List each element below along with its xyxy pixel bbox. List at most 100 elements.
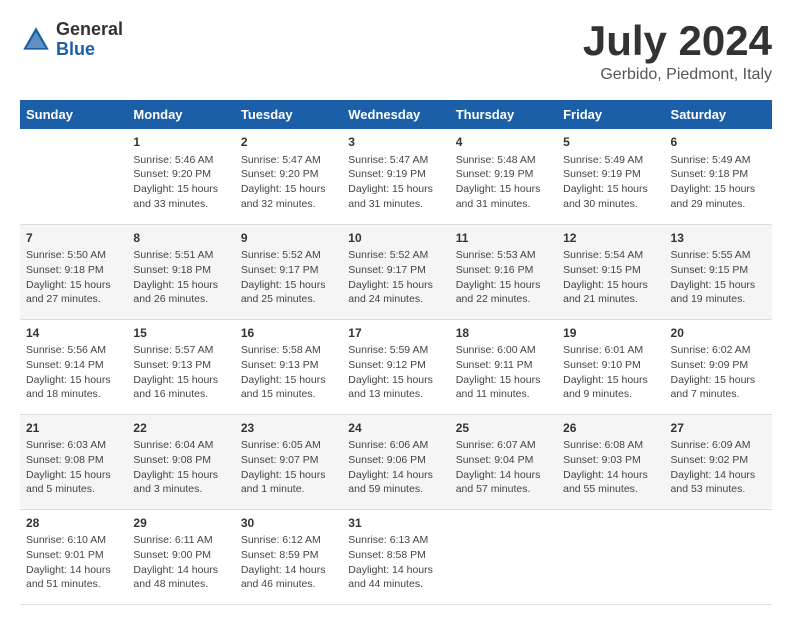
day-info: Sunset: 9:01 PM: [26, 548, 121, 563]
day-cell: 15Sunrise: 5:57 AMSunset: 9:13 PMDayligh…: [127, 319, 234, 414]
day-info: Sunrise: 6:06 AM: [348, 438, 443, 453]
day-info: Sunrise: 5:58 AM: [241, 343, 336, 358]
day-info: Sunset: 9:06 PM: [348, 453, 443, 468]
day-cell: 1Sunrise: 5:46 AMSunset: 9:20 PMDaylight…: [127, 129, 234, 224]
day-info: Sunrise: 6:00 AM: [456, 343, 551, 358]
day-cell: 21Sunrise: 6:03 AMSunset: 9:08 PMDayligh…: [20, 414, 127, 509]
day-number: 10: [348, 230, 443, 247]
day-info: Sunrise: 5:51 AM: [133, 248, 228, 263]
day-info: Sunrise: 5:49 AM: [563, 153, 658, 168]
day-cell: 12Sunrise: 5:54 AMSunset: 9:15 PMDayligh…: [557, 224, 664, 319]
day-info: Sunrise: 5:52 AM: [348, 248, 443, 263]
header-cell-saturday: Saturday: [665, 100, 772, 129]
day-cell: 17Sunrise: 5:59 AMSunset: 9:12 PMDayligh…: [342, 319, 449, 414]
day-info: Sunrise: 6:07 AM: [456, 438, 551, 453]
day-info: Sunrise: 5:53 AM: [456, 248, 551, 263]
day-info: Sunset: 9:20 PM: [241, 167, 336, 182]
day-info: and 46 minutes.: [241, 577, 336, 592]
day-cell: 3Sunrise: 5:47 AMSunset: 9:19 PMDaylight…: [342, 129, 449, 224]
logo: General Blue: [20, 20, 123, 60]
page-header: General Blue July 2024 Gerbido, Piedmont…: [20, 20, 772, 84]
day-info: Sunset: 9:08 PM: [26, 453, 121, 468]
day-info: Sunset: 9:18 PM: [671, 167, 766, 182]
day-number: 30: [241, 515, 336, 532]
day-info: and 16 minutes.: [133, 387, 228, 402]
day-info: Daylight: 15 hours: [671, 182, 766, 197]
day-info: Sunset: 9:15 PM: [563, 263, 658, 278]
day-number: 19: [563, 325, 658, 342]
day-number: 24: [348, 420, 443, 437]
day-info: Sunset: 9:18 PM: [133, 263, 228, 278]
day-info: Daylight: 15 hours: [563, 182, 658, 197]
day-info: Daylight: 15 hours: [241, 468, 336, 483]
day-info: and 57 minutes.: [456, 482, 551, 497]
day-cell: 18Sunrise: 6:00 AMSunset: 9:11 PMDayligh…: [450, 319, 557, 414]
day-number: 6: [671, 134, 766, 151]
day-info: Sunrise: 6:02 AM: [671, 343, 766, 358]
day-info: Sunset: 9:09 PM: [671, 358, 766, 373]
day-info: Daylight: 15 hours: [241, 278, 336, 293]
day-info: Sunset: 9:19 PM: [563, 167, 658, 182]
logo-blue: Blue: [56, 40, 123, 60]
calendar-body: 1 Sunrise: 5:46 AM Sunset: 9:20 PM Daylight…: [20, 129, 772, 604]
day-number: 8: [133, 230, 228, 247]
day-info: Daylight: 14 hours: [563, 468, 658, 483]
day-info: and 7 minutes.: [671, 387, 766, 402]
day-info: and 1 minute.: [241, 482, 336, 497]
day-cell: [20, 129, 127, 224]
day-number: 5: [563, 134, 658, 151]
title-block: July 2024 Gerbido, Piedmont, Italy: [583, 20, 772, 84]
day-info: Sunset: 9:04 PM: [456, 453, 551, 468]
day-cell: 9Sunrise: 5:52 AMSunset: 9:17 PMDaylight…: [235, 224, 342, 319]
week-row-4: 21Sunrise: 6:03 AMSunset: 9:08 PMDayligh…: [20, 414, 772, 509]
header-cell-monday: Monday: [127, 100, 234, 129]
day-cell: 31Sunrise: 6:13 AMSunset: 8:58 PMDayligh…: [342, 509, 449, 604]
day-info: Daylight: 14 hours: [671, 468, 766, 483]
day-number: 13: [671, 230, 766, 247]
day-number: 1: [133, 134, 228, 151]
day-info: Daylight: 15 hours: [456, 278, 551, 293]
day-info: and 59 minutes.: [348, 482, 443, 497]
day-info: Sunset: 9:11 PM: [456, 358, 551, 373]
day-info: and 51 minutes.: [26, 577, 121, 592]
day-info: Sunset: 9:10 PM: [563, 358, 658, 373]
day-info: and 48 minutes.: [133, 577, 228, 592]
day-info: Sunrise: 6:04 AM: [133, 438, 228, 453]
day-info: Daylight: 15 hours: [348, 182, 443, 197]
logo-icon: [20, 24, 52, 56]
day-number: 7: [26, 230, 121, 247]
day-number: 23: [241, 420, 336, 437]
day-info: Sunrise: 5:49 AM: [671, 153, 766, 168]
day-number: 15: [133, 325, 228, 342]
day-info: Sunrise: 6:10 AM: [26, 533, 121, 548]
day-info: Daylight: 14 hours: [133, 563, 228, 578]
day-info: Sunrise: 5:54 AM: [563, 248, 658, 263]
day-info: Daylight: 15 hours: [133, 373, 228, 388]
day-cell: 6 Sunrise: 5:49 AMSunset: 9:18 PMDaylight…: [665, 129, 772, 224]
day-info: Sunrise: 6:12 AM: [241, 533, 336, 548]
day-info: Daylight: 15 hours: [456, 182, 551, 197]
day-info: Daylight: 15 hours: [133, 182, 228, 197]
day-info: Daylight: 14 hours: [348, 468, 443, 483]
day-info: Daylight: 14 hours: [456, 468, 551, 483]
day-cell: 26Sunrise: 6:08 AMSunset: 9:03 PMDayligh…: [557, 414, 664, 509]
day-cell: 16Sunrise: 5:58 AMSunset: 9:13 PMDayligh…: [235, 319, 342, 414]
day-info: Sunrise: 5:48 AM: [456, 153, 551, 168]
calendar-header: SundayMondayTuesdayWednesdayThursdayFrid…: [20, 100, 772, 129]
day-number: 27: [671, 420, 766, 437]
day-cell: 7Sunrise: 5:50 AMSunset: 9:18 PMDaylight…: [20, 224, 127, 319]
header-cell-wednesday: Wednesday: [342, 100, 449, 129]
day-info: and 53 minutes.: [671, 482, 766, 497]
day-info: and 29 minutes.: [671, 197, 766, 212]
day-info: Sunrise: 6:05 AM: [241, 438, 336, 453]
week-row-5: 28Sunrise: 6:10 AMSunset: 9:01 PMDayligh…: [20, 509, 772, 604]
day-info: Sunset: 9:13 PM: [241, 358, 336, 373]
day-cell: 14Sunrise: 5:56 AMSunset: 9:14 PMDayligh…: [20, 319, 127, 414]
day-info: Daylight: 15 hours: [671, 373, 766, 388]
day-info: and 21 minutes.: [563, 292, 658, 307]
day-info: and 25 minutes.: [241, 292, 336, 307]
day-info: and 9 minutes.: [563, 387, 658, 402]
logo-text: General Blue: [56, 20, 123, 60]
day-info: Sunrise: 5:46 AM: [133, 153, 228, 168]
day-info: Sunset: 9:02 PM: [671, 453, 766, 468]
